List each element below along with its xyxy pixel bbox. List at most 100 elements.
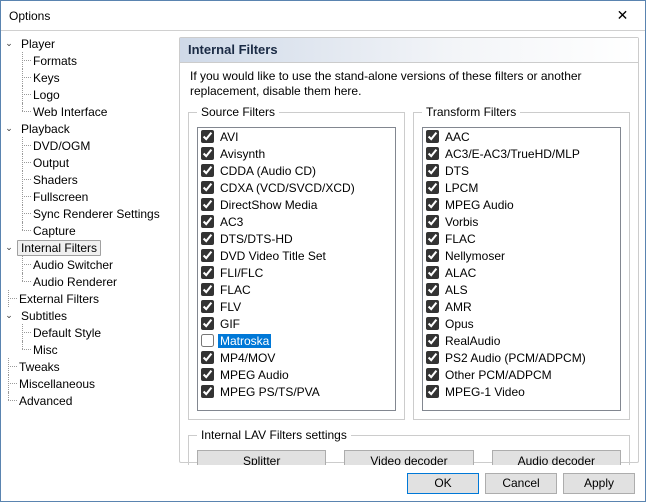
filter-checkbox[interactable] — [201, 317, 214, 330]
list-item[interactable]: AMR — [423, 298, 620, 315]
tree-item-label[interactable]: Subtitles — [17, 308, 71, 324]
list-item[interactable]: Other PCM/ADPCM — [423, 366, 620, 383]
tree-item[interactable]: Formats — [3, 52, 174, 69]
tree-item[interactable]: ⌄Playback — [3, 120, 174, 137]
filter-checkbox[interactable] — [201, 351, 214, 364]
filter-checkbox[interactable] — [426, 215, 439, 228]
list-item[interactable]: FLI/FLC — [198, 264, 395, 281]
filter-checkbox[interactable] — [201, 283, 214, 296]
list-item[interactable]: ALAC — [423, 264, 620, 281]
collapse-icon[interactable]: ⌄ — [3, 38, 15, 50]
tree-item[interactable]: Shaders — [3, 171, 174, 188]
list-item[interactable]: MPEG Audio — [198, 366, 395, 383]
cancel-button[interactable]: Cancel — [485, 473, 557, 494]
list-item[interactable]: MPEG-1 Video — [423, 383, 620, 400]
list-item[interactable]: DirectShow Media — [198, 196, 395, 213]
source-filters-list[interactable]: AVIAvisynthCDDA (Audio CD)CDXA (VCD/SVCD… — [197, 127, 396, 411]
list-item[interactable]: RealAudio — [423, 332, 620, 349]
filter-checkbox[interactable] — [426, 351, 439, 364]
list-item[interactable]: Matroska — [198, 332, 395, 349]
filter-checkbox[interactable] — [426, 334, 439, 347]
tree-item[interactable]: Misc — [3, 341, 174, 358]
tree-item-label[interactable]: Miscellaneous — [15, 376, 99, 392]
tree-item[interactable]: Web Interface — [3, 103, 174, 120]
tree-item[interactable]: Tweaks — [3, 358, 174, 375]
ok-button[interactable]: OK — [407, 473, 479, 494]
filter-checkbox[interactable] — [201, 164, 214, 177]
tree-item-label[interactable]: Sync Renderer Settings — [29, 206, 164, 222]
list-item[interactable]: DVD Video Title Set — [198, 247, 395, 264]
list-item[interactable]: Nellymoser — [423, 247, 620, 264]
tree-item[interactable]: Advanced — [3, 392, 174, 409]
tree-item[interactable]: Capture — [3, 222, 174, 239]
filter-checkbox[interactable] — [201, 198, 214, 211]
list-item[interactable]: AC3 — [198, 213, 395, 230]
tree-item-label[interactable]: Output — [29, 155, 73, 171]
filter-checkbox[interactable] — [426, 181, 439, 194]
filter-checkbox[interactable] — [201, 147, 214, 160]
tree-item[interactable]: Output — [3, 154, 174, 171]
list-item[interactable]: GIF — [198, 315, 395, 332]
filter-checkbox[interactable] — [201, 181, 214, 194]
list-item[interactable]: AC3/E-AC3/TrueHD/MLP — [423, 145, 620, 162]
transform-filters-list[interactable]: AACAC3/E-AC3/TrueHD/MLPDTSLPCMMPEG Audio… — [422, 127, 621, 411]
nav-tree[interactable]: ⌄PlayerFormatsKeysLogoWeb Interface⌄Play… — [1, 31, 177, 465]
tree-item-label[interactable]: Internal Filters — [17, 240, 101, 256]
tree-item-label[interactable]: Advanced — [15, 393, 76, 409]
tree-item-label[interactable]: Web Interface — [29, 104, 111, 120]
list-item[interactable]: MP4/MOV — [198, 349, 395, 366]
collapse-icon[interactable]: ⌄ — [3, 242, 15, 254]
list-item[interactable]: DTS — [423, 162, 620, 179]
collapse-icon[interactable]: ⌄ — [3, 310, 15, 322]
list-item[interactable]: LPCM — [423, 179, 620, 196]
filter-checkbox[interactable] — [426, 249, 439, 262]
tree-item-label[interactable]: Player — [17, 36, 59, 52]
filter-checkbox[interactable] — [426, 283, 439, 296]
list-item[interactable]: CDDA (Audio CD) — [198, 162, 395, 179]
tree-item-label[interactable]: Keys — [29, 70, 64, 86]
filter-checkbox[interactable] — [426, 232, 439, 245]
filter-checkbox[interactable] — [201, 334, 214, 347]
apply-button[interactable]: Apply — [563, 473, 635, 494]
list-item[interactable]: CDXA (VCD/SVCD/XCD) — [198, 179, 395, 196]
list-item[interactable]: FLAC — [423, 230, 620, 247]
filter-checkbox[interactable] — [201, 215, 214, 228]
tree-item[interactable]: DVD/OGM — [3, 137, 174, 154]
tree-item[interactable]: ⌄Player — [3, 35, 174, 52]
list-item[interactable]: Vorbis — [423, 213, 620, 230]
tree-item-label[interactable]: Fullscreen — [29, 189, 92, 205]
tree-item-label[interactable]: DVD/OGM — [29, 138, 94, 154]
tree-item-label[interactable]: Playback — [17, 121, 74, 137]
list-item[interactable]: MPEG Audio — [423, 196, 620, 213]
tree-item[interactable]: Logo — [3, 86, 174, 103]
tree-item[interactable]: Audio Renderer — [3, 273, 174, 290]
filter-checkbox[interactable] — [426, 385, 439, 398]
tree-item[interactable]: Miscellaneous — [3, 375, 174, 392]
filter-checkbox[interactable] — [426, 164, 439, 177]
filter-checkbox[interactable] — [426, 368, 439, 381]
filter-checkbox[interactable] — [201, 300, 214, 313]
filter-checkbox[interactable] — [201, 266, 214, 279]
filter-checkbox[interactable] — [426, 317, 439, 330]
tree-item[interactable]: Sync Renderer Settings — [3, 205, 174, 222]
list-item[interactable]: DTS/DTS-HD — [198, 230, 395, 247]
list-item[interactable]: PS2 Audio (PCM/ADPCM) — [423, 349, 620, 366]
list-item[interactable]: AVI — [198, 128, 395, 145]
list-item[interactable]: MPEG PS/TS/PVA — [198, 383, 395, 400]
tree-item-label[interactable]: Formats — [29, 53, 81, 69]
tree-item-label[interactable]: External Filters — [15, 291, 103, 307]
tree-item[interactable]: Fullscreen — [3, 188, 174, 205]
tree-item-label[interactable]: Tweaks — [15, 359, 64, 375]
filter-checkbox[interactable] — [201, 368, 214, 381]
tree-item-label[interactable]: Default Style — [29, 325, 105, 341]
list-item[interactable]: FLV — [198, 298, 395, 315]
tree-item-label[interactable]: Misc — [29, 342, 62, 358]
list-item[interactable]: AAC — [423, 128, 620, 145]
collapse-icon[interactable]: ⌄ — [3, 123, 15, 135]
list-item[interactable]: Avisynth — [198, 145, 395, 162]
tree-item-label[interactable]: Audio Renderer — [29, 274, 121, 290]
list-item[interactable]: FLAC — [198, 281, 395, 298]
filter-checkbox[interactable] — [426, 198, 439, 211]
filter-checkbox[interactable] — [426, 266, 439, 279]
tree-item[interactable]: External Filters — [3, 290, 174, 307]
